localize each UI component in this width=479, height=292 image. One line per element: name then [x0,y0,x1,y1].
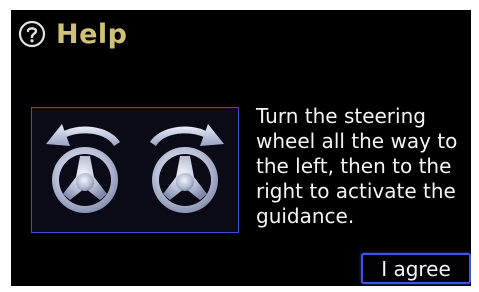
steering-wheel-icon [52,147,118,213]
header: Help [18,16,128,52]
instruction-text: Turn the steering wheel all the way to t… [256,104,458,228]
page-title: Help [56,18,128,50]
question-circle-icon [18,20,46,48]
agree-button[interactable]: I agree [361,253,471,284]
help-screen: Help Turn the steering wheel all the way… [11,10,471,286]
steering-illustration-graphic [46,124,224,213]
rotate-right-arrow-icon [150,124,224,146]
rotate-left-arrow-icon [46,124,120,146]
steering-illustration [31,107,239,233]
steering-wheel-icon [152,147,218,213]
